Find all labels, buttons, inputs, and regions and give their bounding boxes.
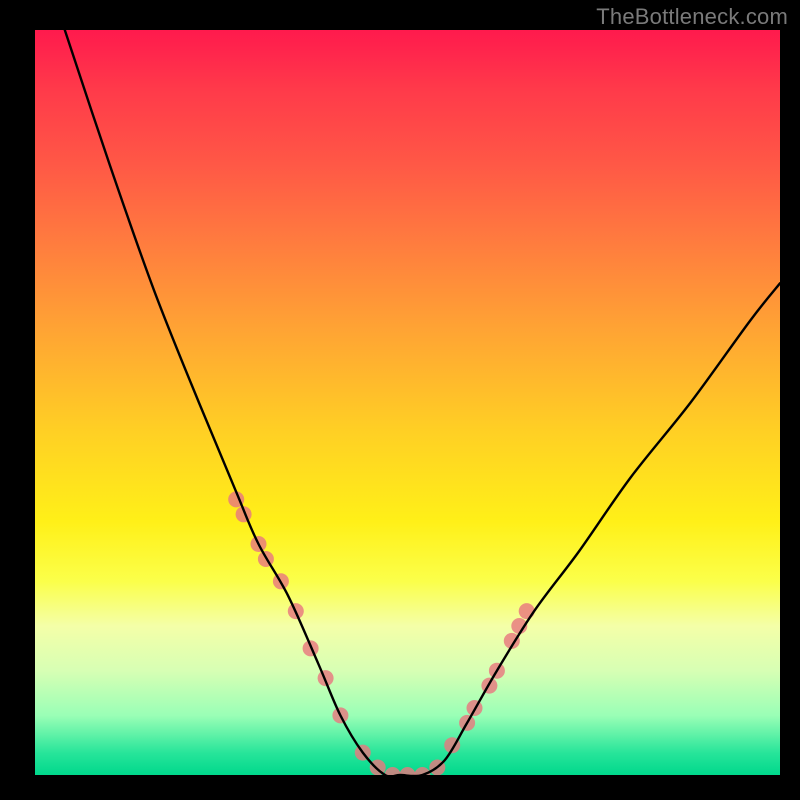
marker-dot bbox=[332, 707, 348, 723]
marker-dot bbox=[429, 760, 445, 776]
marker-dot bbox=[288, 603, 304, 619]
curve-layer bbox=[35, 30, 780, 775]
marker-dot bbox=[385, 767, 401, 775]
marker-dot bbox=[467, 700, 483, 716]
marker-dot bbox=[236, 506, 252, 522]
marker-dot bbox=[414, 767, 430, 775]
marker-dot bbox=[355, 745, 371, 761]
marker-dot bbox=[489, 663, 505, 679]
marker-dot bbox=[481, 678, 497, 694]
marker-dot bbox=[251, 536, 267, 552]
watermark-text: TheBottleneck.com bbox=[596, 4, 788, 30]
marker-dot bbox=[303, 640, 319, 656]
marker-dot bbox=[444, 737, 460, 753]
marker-dot bbox=[370, 760, 386, 776]
marker-dots bbox=[228, 491, 535, 775]
plot-area bbox=[35, 30, 780, 775]
marker-dot bbox=[318, 670, 334, 686]
marker-dot bbox=[511, 618, 527, 634]
chart-frame: TheBottleneck.com bbox=[0, 0, 800, 800]
marker-dot bbox=[273, 573, 289, 589]
marker-dot bbox=[504, 633, 520, 649]
marker-dot bbox=[228, 491, 244, 507]
marker-dot bbox=[258, 551, 274, 567]
marker-dot bbox=[459, 715, 475, 731]
marker-dot bbox=[519, 603, 535, 619]
bottleneck-curve bbox=[65, 30, 780, 775]
marker-dot bbox=[400, 767, 416, 775]
